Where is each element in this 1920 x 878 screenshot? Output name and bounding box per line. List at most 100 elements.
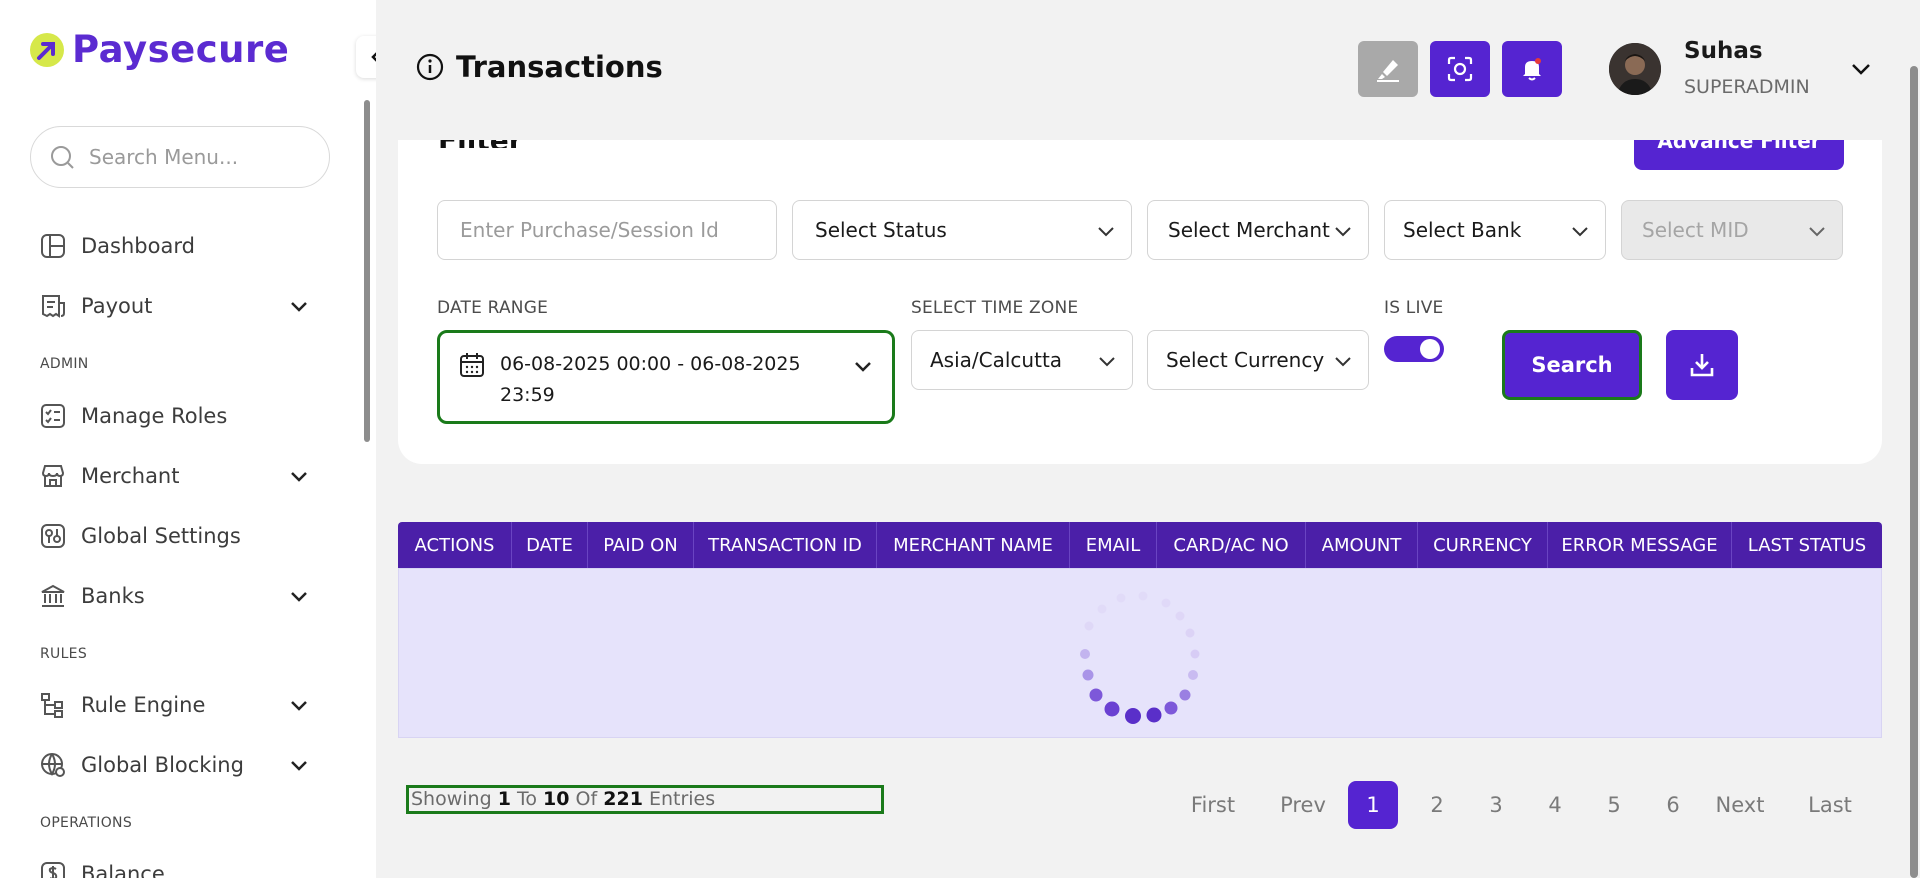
sidebar-item-label: Payout	[81, 294, 153, 318]
time-zone-select[interactable]: Asia/Calcutta	[911, 330, 1133, 390]
sidebar-item-label: Global Blocking	[81, 753, 244, 777]
time-zone-label: SELECT TIME ZONE	[911, 298, 1079, 318]
entries-summary: Showing 1 To 10 Of 221 Entries	[406, 785, 884, 814]
merchant-select[interactable]: Select Merchant	[1147, 200, 1369, 260]
chevron-down-icon	[1099, 357, 1115, 367]
sidebar-item-label: Banks	[81, 584, 145, 608]
status-select-value: Select Status	[815, 218, 947, 242]
chevron-down-icon	[1335, 227, 1351, 237]
focus-capture-icon	[1447, 56, 1473, 82]
status-select[interactable]: Select Status	[792, 200, 1132, 260]
loading-spinner-icon	[1080, 591, 1200, 724]
sidebar-item-label: Merchant	[81, 464, 180, 488]
user-role: SUPERADMIN	[1684, 76, 1810, 98]
sidebar-item-label: Balance	[81, 862, 165, 878]
sidebar-item-banks[interactable]: Banks	[40, 576, 310, 616]
time-zone-value: Asia/Calcutta	[930, 348, 1063, 372]
settings-sliders-icon	[41, 524, 65, 548]
main-scrollbar[interactable]	[1910, 66, 1918, 878]
sidebar-search-input[interactable]	[89, 145, 309, 169]
chevron-down-icon[interactable]	[288, 694, 310, 716]
is-live-toggle[interactable]	[1384, 336, 1444, 362]
info-icon	[416, 53, 444, 81]
chevron-down-icon	[1098, 227, 1114, 237]
advance-filter-button[interactable]: Advance Filter	[1634, 136, 1844, 170]
pager-page-3[interactable]: 3	[1476, 781, 1516, 829]
chevron-down-icon[interactable]	[1848, 56, 1874, 82]
download-icon	[1690, 354, 1714, 377]
currency-select[interactable]: Select Currency	[1147, 330, 1369, 390]
pager-last[interactable]: Last	[1800, 781, 1860, 829]
column-header[interactable]: MERCHANT NAME	[877, 522, 1070, 568]
download-button[interactable]	[1666, 330, 1738, 400]
sidebar-item-payout[interactable]: Payout	[40, 286, 310, 326]
column-header[interactable]: PAID ON	[588, 522, 694, 568]
page-title-text: Transactions	[456, 50, 663, 84]
column-header[interactable]: ACTIONS	[398, 522, 512, 568]
logo-mark-icon	[30, 32, 64, 67]
column-header[interactable]: TRANSACTION ID	[694, 522, 877, 568]
chevron-down-icon[interactable]	[288, 295, 310, 317]
search-icon	[51, 146, 74, 169]
column-header[interactable]: CURRENCY	[1418, 522, 1548, 568]
receipt-icon	[42, 295, 65, 318]
sidebar-item-manage-roles[interactable]: Manage Roles	[40, 396, 310, 436]
sidebar-item-rule-engine[interactable]: Rule Engine	[40, 685, 310, 725]
dollar-icon	[41, 862, 65, 878]
pager-page-2[interactable]: 2	[1417, 781, 1457, 829]
sidebar-item-global-blocking[interactable]: Global Blocking	[40, 745, 310, 785]
bank-select[interactable]: Select Bank	[1384, 200, 1606, 260]
pager-page-1[interactable]: 1	[1348, 781, 1398, 829]
screenshot-button[interactable]	[1430, 41, 1490, 97]
sidebar-item-balance[interactable]: Balance	[40, 854, 310, 878]
brand-logo[interactable]: Paysecure	[30, 28, 289, 71]
section-rules: RULES	[40, 646, 88, 662]
highlighter-icon	[1377, 60, 1399, 82]
search-button[interactable]: Search	[1502, 330, 1642, 400]
hierarchy-icon	[41, 693, 63, 718]
bank-icon	[41, 584, 65, 607]
brand-name: Paysecure	[72, 28, 290, 71]
column-header[interactable]: AMOUNT	[1306, 522, 1418, 568]
notifications-button[interactable]	[1502, 41, 1562, 97]
chevron-down-icon	[1335, 357, 1351, 367]
column-header[interactable]: DATE	[512, 522, 588, 568]
sidebar-item-global-settings[interactable]: Global Settings	[40, 516, 310, 556]
highlighter-button[interactable]	[1358, 41, 1418, 97]
chevron-down-icon	[1809, 227, 1825, 237]
sidebar-item-merchant[interactable]: Merchant	[40, 456, 310, 496]
pager-page-5[interactable]: 5	[1594, 781, 1634, 829]
globe-block-icon	[41, 753, 65, 777]
sidebar-item-label: Dashboard	[81, 234, 195, 258]
table-header: ACTIONS DATE PAID ON TRANSACTION ID MERC…	[398, 522, 1882, 568]
column-header[interactable]: ERROR MESSAGE	[1548, 522, 1732, 568]
pager-prev[interactable]: Prev	[1272, 781, 1334, 829]
avatar[interactable]	[1609, 43, 1661, 95]
pager-first[interactable]: First	[1182, 781, 1244, 829]
chevron-down-icon	[855, 362, 871, 372]
pager-page-4[interactable]: 4	[1535, 781, 1575, 829]
bell-icon	[1523, 58, 1541, 81]
chevron-down-icon[interactable]	[288, 465, 310, 487]
date-range-label: DATE RANGE	[437, 298, 549, 318]
store-icon	[41, 465, 65, 487]
sidebar-scrollbar[interactable]	[364, 100, 370, 442]
user-name: Suhas	[1684, 38, 1763, 64]
sidebar-item-dashboard[interactable]: Dashboard	[40, 226, 310, 266]
pager-next[interactable]: Next	[1710, 781, 1770, 829]
checklist-icon	[41, 404, 65, 428]
date-range-value: 06-08-2025 00:00 - 06-08-2025 23:59	[500, 353, 801, 406]
chevron-down-icon[interactable]	[288, 754, 310, 776]
pager-page-6[interactable]: 6	[1653, 781, 1693, 829]
column-header[interactable]: CARD/AC NO	[1157, 522, 1306, 568]
purchase-session-input[interactable]: Enter Purchase/Session Id	[437, 200, 777, 260]
mid-select[interactable]: Select MID	[1621, 200, 1843, 260]
sidebar: Paysecure Dashboard Payout ADMIN Manage …	[0, 0, 376, 878]
date-range-picker[interactable]: 06-08-2025 00:00 - 06-08-2025 23:59	[437, 330, 895, 424]
column-header[interactable]: LAST STATUS	[1732, 522, 1882, 568]
column-header[interactable]: EMAIL	[1070, 522, 1157, 568]
dashboard-icon	[41, 234, 65, 258]
mid-select-value: Select MID	[1642, 218, 1749, 242]
sidebar-search[interactable]	[30, 126, 330, 188]
chevron-down-icon[interactable]	[288, 585, 310, 607]
